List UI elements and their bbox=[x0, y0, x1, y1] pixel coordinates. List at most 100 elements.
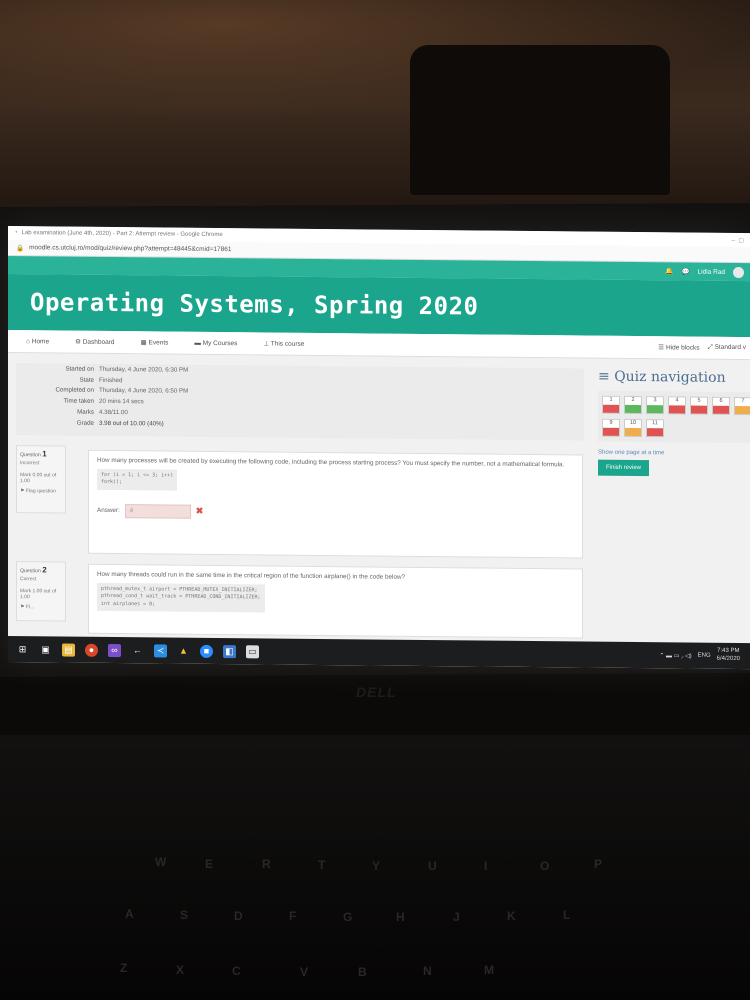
menu-my-courses[interactable]: ▬ My Courses bbox=[194, 339, 237, 346]
file-explorer-icon[interactable]: ▤ bbox=[62, 643, 75, 657]
question-2-info: Question 2 Correct Mark 1.00 out of 1.00… bbox=[16, 561, 66, 622]
menu-dashboard[interactable]: ⚙ Dashboard bbox=[75, 338, 114, 346]
key: R bbox=[262, 857, 271, 871]
incorrect-status-icon bbox=[603, 404, 619, 413]
key: E bbox=[205, 857, 214, 871]
menu-home[interactable]: ⌂ Home bbox=[26, 338, 49, 345]
hide-blocks-button[interactable]: ☰ Hide blocks bbox=[658, 343, 699, 351]
calendar-icon: ▦ bbox=[140, 339, 147, 347]
key: J bbox=[453, 910, 460, 924]
clock[interactable]: 7:43 PM 6/4/2020 bbox=[717, 648, 740, 664]
key: I bbox=[484, 859, 488, 873]
question-1-code: for (i = 1; i <= 3; i++) fork(); bbox=[97, 468, 178, 491]
tray-icons[interactable]: ⌃ ▬ ▭ ◞ ◁) bbox=[659, 652, 691, 659]
question-1-box: How many processes will be created by ex… bbox=[88, 449, 583, 559]
menu-events[interactable]: ▦ Events bbox=[141, 338, 169, 346]
key: K bbox=[507, 909, 516, 923]
key: T bbox=[318, 858, 326, 872]
room-background bbox=[0, 0, 750, 235]
correct-status-icon bbox=[647, 405, 663, 414]
key: W bbox=[155, 855, 167, 869]
key: Y bbox=[372, 859, 381, 873]
question-2-status: Correct bbox=[20, 576, 37, 583]
course-banner: Operating Systems, Spring 2020 bbox=[8, 274, 750, 338]
chrome-icon: ◔ bbox=[14, 230, 18, 237]
answer-row: Answer: 4 ✖ bbox=[97, 503, 574, 522]
flag-question-button[interactable]: ⚑ Flag question bbox=[20, 488, 62, 494]
quiz-nav-button-9[interactable]: 9 bbox=[602, 418, 620, 437]
key: A bbox=[125, 907, 134, 921]
window-title: Lab examination (June 4th, 2020) - Part … bbox=[21, 230, 223, 239]
laptop-screen: ◔ Lab examination (June 4th, 2020) - Par… bbox=[8, 226, 750, 670]
answer-label: Answer: bbox=[97, 506, 120, 515]
hide-blocks-icon: ☰ bbox=[658, 344, 665, 352]
menu-this-course[interactable]: ⊥ This course bbox=[263, 339, 304, 347]
question-2-code: pthread_mutex_t airport = PTHREAD_MUTEX_… bbox=[97, 582, 265, 613]
key: C bbox=[232, 964, 241, 978]
vscode-icon[interactable]: ≺ bbox=[154, 643, 167, 658]
key: M bbox=[484, 963, 494, 977]
key: Z bbox=[120, 961, 128, 975]
expand-icon: ⤢ bbox=[707, 343, 713, 351]
incorrect-status-icon bbox=[647, 428, 663, 437]
key: U bbox=[428, 859, 437, 873]
keyboard: W E R T Y U I O P A S D F G H J K L Z X … bbox=[0, 735, 750, 1000]
key: B bbox=[358, 965, 367, 979]
flag-icon: ⚑ bbox=[20, 604, 25, 611]
finish-review-button[interactable]: Finish review bbox=[598, 459, 650, 477]
question-2-mark: Mark 1.00 out of 1.00 bbox=[20, 588, 57, 601]
key: S bbox=[180, 908, 189, 922]
quiz-nav-button-10[interactable]: 10 bbox=[624, 418, 642, 438]
url-text[interactable]: moodle.cs.utcluj.ro/mod/quiz/review.php?… bbox=[29, 244, 231, 253]
sitemap-icon: ⊥ bbox=[263, 340, 270, 348]
language-indicator[interactable]: ENG bbox=[698, 653, 711, 659]
messages-icon[interactable]: 💬 bbox=[681, 267, 689, 275]
incorrect-icon: ✖ bbox=[195, 505, 204, 516]
standard-layout-button[interactable]: ⤢ Standard v bbox=[708, 344, 746, 352]
user-name[interactable]: Lidia Rad bbox=[698, 268, 725, 275]
window-controls[interactable]: – ▢ bbox=[732, 236, 750, 243]
lock-icon: 🔒 bbox=[16, 244, 25, 252]
quiz-nav-button-1[interactable]: 1 bbox=[602, 395, 620, 414]
flag-question-button[interactable]: ⚑ Fl... bbox=[20, 604, 62, 610]
zoom-icon[interactable]: ■ bbox=[200, 644, 213, 658]
correct-status-icon bbox=[625, 404, 641, 414]
avatar[interactable] bbox=[733, 266, 744, 278]
question-1-mark: Mark 0.00 out of 1.00 bbox=[20, 472, 57, 485]
visual-studio-icon[interactable]: ∞ bbox=[108, 643, 121, 657]
back-arrow-icon[interactable]: ← bbox=[131, 644, 144, 657]
dashboard-icon: ⚙ bbox=[75, 338, 81, 346]
quiz-nav-button-11[interactable]: 11 bbox=[646, 419, 664, 438]
task-view-icon[interactable]: ▣ bbox=[39, 643, 52, 656]
quiz-nav-title: ≡ Quiz navigation bbox=[598, 368, 726, 386]
question-2-text: How many threads could run in the same t… bbox=[97, 570, 406, 581]
quiz-nav-button-4[interactable]: 4 bbox=[668, 396, 686, 415]
app-blue-icon[interactable]: ◧ bbox=[223, 644, 236, 658]
key: D bbox=[234, 909, 243, 923]
windows-start-icon[interactable]: ⊞ bbox=[16, 643, 29, 656]
system-tray: ⌃ ▬ ▭ ◞ ◁) ENG 7:43 PM 6/4/2020 bbox=[659, 647, 750, 663]
window-icon[interactable]: ▭ bbox=[246, 644, 259, 658]
key: O bbox=[540, 859, 550, 873]
chair-silhouette bbox=[410, 45, 670, 195]
quiz-navigation: ≡ Quiz navigation 1 2 3 4 5 6 7 9 10 11 Show one … bbox=[598, 369, 750, 477]
question-1-status: Incorrect bbox=[20, 460, 40, 467]
incorrect-status-icon bbox=[669, 405, 685, 414]
quiz-nav-button-5[interactable]: 5 bbox=[690, 396, 708, 415]
app-triangle-icon[interactable]: ▲ bbox=[177, 644, 190, 657]
key: V bbox=[300, 965, 309, 979]
show-one-page-link[interactable]: Show one page at a time bbox=[598, 450, 750, 457]
flag-icon: ⚑ bbox=[20, 488, 25, 495]
partial-status-icon bbox=[625, 427, 641, 437]
quiz-nav-button-2[interactable]: 2 bbox=[624, 395, 642, 415]
question-1-text: How many processes will be created by ex… bbox=[97, 456, 565, 469]
incorrect-status-icon bbox=[691, 405, 707, 414]
quiz-nav-button-7[interactable]: 7 bbox=[734, 396, 750, 416]
chrome-icon[interactable]: ● bbox=[85, 643, 98, 657]
quiz-nav-button-6[interactable]: 6 bbox=[712, 396, 730, 415]
quiz-nav-button-3[interactable]: 3 bbox=[646, 396, 664, 415]
key: F bbox=[289, 909, 297, 923]
incorrect-status-icon bbox=[603, 427, 619, 436]
quiz-nav-grid: 1 2 3 4 5 6 7 9 10 11 bbox=[598, 390, 750, 444]
notifications-icon[interactable]: 🔔 bbox=[665, 267, 673, 275]
